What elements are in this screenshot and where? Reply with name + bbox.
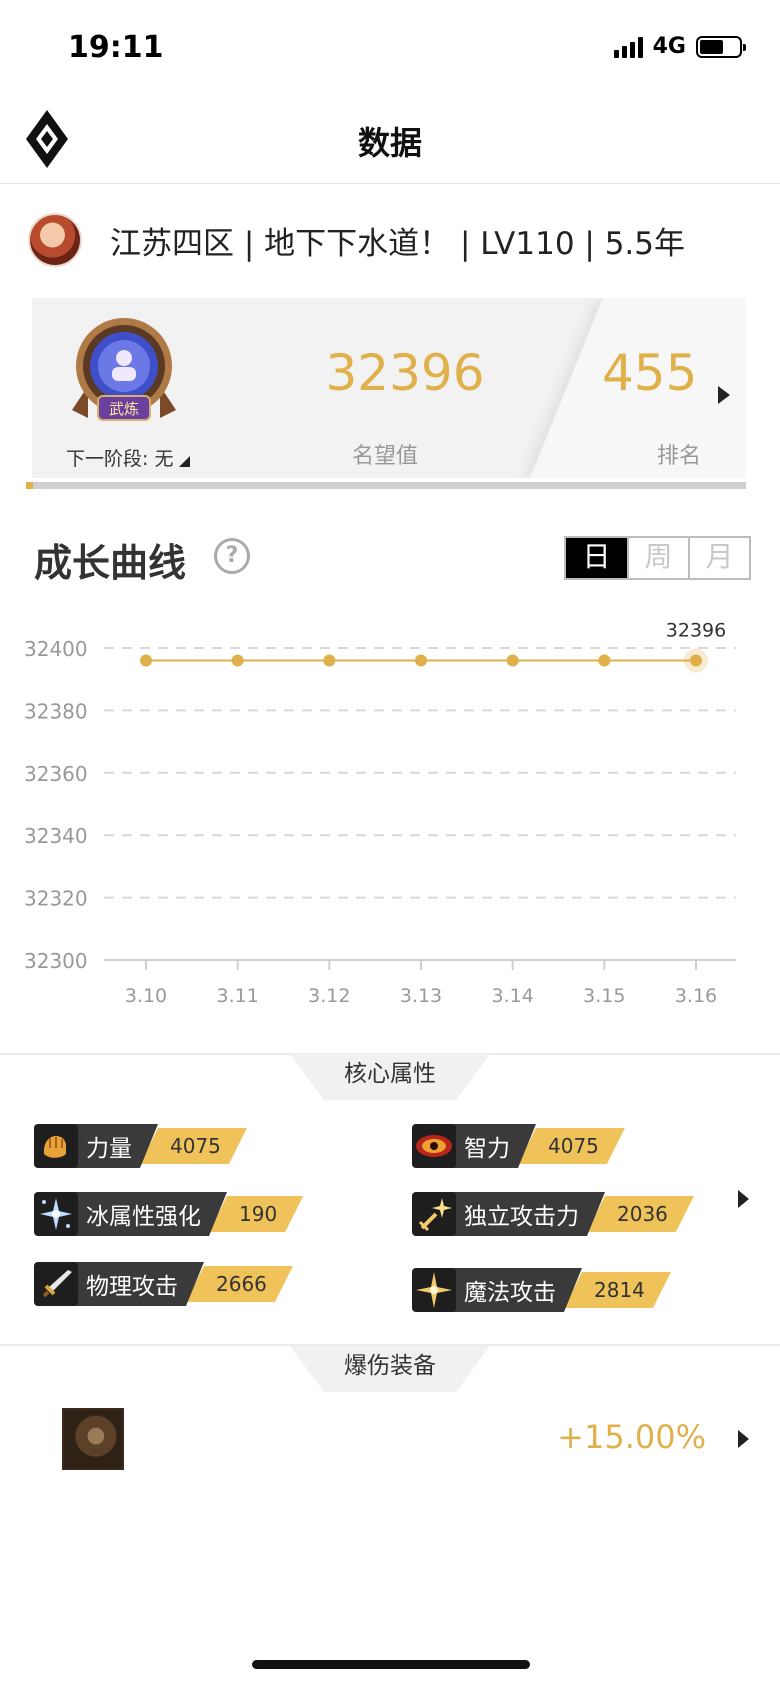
page-title: 数据 [357,124,422,162]
attribute-name: 魔法攻击 [464,1280,556,1306]
data-point [415,654,427,667]
attribute-name: 智力 [464,1136,510,1162]
status-bar: 19:11 4G [0,0,780,100]
y-tick-label: 32320 [24,887,88,911]
burst-equipment-title: 爆伤装备 [344,1353,436,1379]
tab-day[interactable]: 日 [566,538,627,578]
avatar[interactable] [28,213,82,267]
attribute-strength: 力量 4075 [34,1124,247,1168]
equipment-more-arrow-icon[interactable] [738,1430,749,1448]
y-tick-label: 32340 [24,824,88,848]
x-tick-label: 3.16 [675,985,717,1007]
attribute-value: 4075 [170,1134,221,1158]
attribute-name: 物理攻击 [86,1274,178,1300]
attribute-ice-enhance: 冰属性强化 190 [34,1192,303,1236]
profile-row: 江苏四区 | 地下下水道！ | LV110 | 5.5年 [28,210,685,270]
y-tick-label: 32400 [24,637,88,661]
star-burst-icon [412,1268,456,1312]
eye-icon [412,1124,456,1168]
data-point [140,654,152,667]
next-stage-label: 下一阶段: 无 [66,448,174,470]
status-time: 19:11 [68,30,164,65]
period-tabs: 日 周 月 [564,536,751,580]
attribute-name: 冰属性强化 [86,1204,201,1230]
fame-progress-bar [26,482,746,489]
growth-chart: 32400 32380 32360 32340 32320 32300 3.10 3.11 3.… [24,619,736,1007]
home-indicator [252,1660,530,1669]
core-attributes-title: 核心属性 [344,1061,436,1087]
attribute-name: 力量 [86,1136,132,1162]
data-point [690,654,702,667]
last-value-label: 32396 [666,619,726,641]
y-tick-label: 32300 [24,949,88,973]
attribute-name: 独立攻击力 [464,1204,579,1230]
help-icon[interactable]: ? [214,538,250,574]
tab-month[interactable]: 月 [688,538,749,578]
attribute-value: 4075 [548,1134,599,1158]
data-point [231,654,244,667]
attribute-value: 2814 [594,1278,645,1302]
next-stage[interactable]: 下一阶段: 无 [66,444,191,471]
rank-detail-arrow-icon[interactable] [718,386,730,404]
y-tick-label: 32380 [24,699,88,723]
status-indicators: 4G [613,34,746,59]
network-type: 4G [652,34,686,59]
attribute-magic-attack: 魔法攻击 2814 [412,1268,671,1312]
attribute-independent-attack: 独立攻击力 2036 [412,1192,694,1236]
attribute-physical-attack: 物理攻击 2666 [34,1262,293,1306]
rank-badge-icon: 武炼 [72,318,176,421]
rank-card: 武炼 下一阶段: 无 32396 名望值 455 排名 [32,298,746,478]
data-point [506,654,519,667]
core-attributes-header: 核心属性 [290,1054,490,1100]
x-tick-label: 3.13 [400,985,442,1007]
fame-value: 32396 [325,344,485,402]
fame-label: 名望值 [351,444,418,469]
corner-triangle-icon [179,456,191,467]
x-tick-label: 3.10 [125,985,167,1007]
x-tick-label: 3.15 [583,985,625,1007]
growth-title: 成长曲线 [34,541,187,585]
nav-bar: 数据 [0,100,780,184]
rank-label: 排名 [656,444,701,469]
y-tick-label: 32360 [24,762,88,786]
fame-progress-fill [26,482,34,489]
ice-crystal-icon [34,1192,78,1236]
attribute-value: 190 [239,1202,278,1226]
tab-week[interactable]: 周 [627,538,688,578]
attribute-intelligence: 智力 4075 [412,1124,625,1168]
sparkle-sword-icon [412,1192,456,1236]
data-point [323,654,336,667]
badge-label: 武炼 [109,400,139,418]
equipment-icon[interactable] [62,1408,124,1470]
attributes-more-arrow-icon[interactable] [738,1190,749,1208]
battery-icon [696,35,746,58]
equipment-bonus: +15.00% [557,1418,706,1456]
x-tick-label: 3.12 [308,985,350,1007]
data-point [598,654,611,667]
attribute-value: 2666 [216,1272,267,1296]
fist-icon [34,1124,78,1168]
profile-info: 江苏四区 | 地下下水道！ | LV110 | 5.5年 [110,225,685,262]
x-tick-label: 3.11 [217,985,259,1007]
x-tick-label: 3.14 [492,985,534,1007]
signal-icon [613,36,643,58]
attribute-value: 2036 [617,1202,668,1226]
burst-equipment-header: 爆伤装备 [290,1346,490,1392]
sword-icon [34,1262,78,1306]
